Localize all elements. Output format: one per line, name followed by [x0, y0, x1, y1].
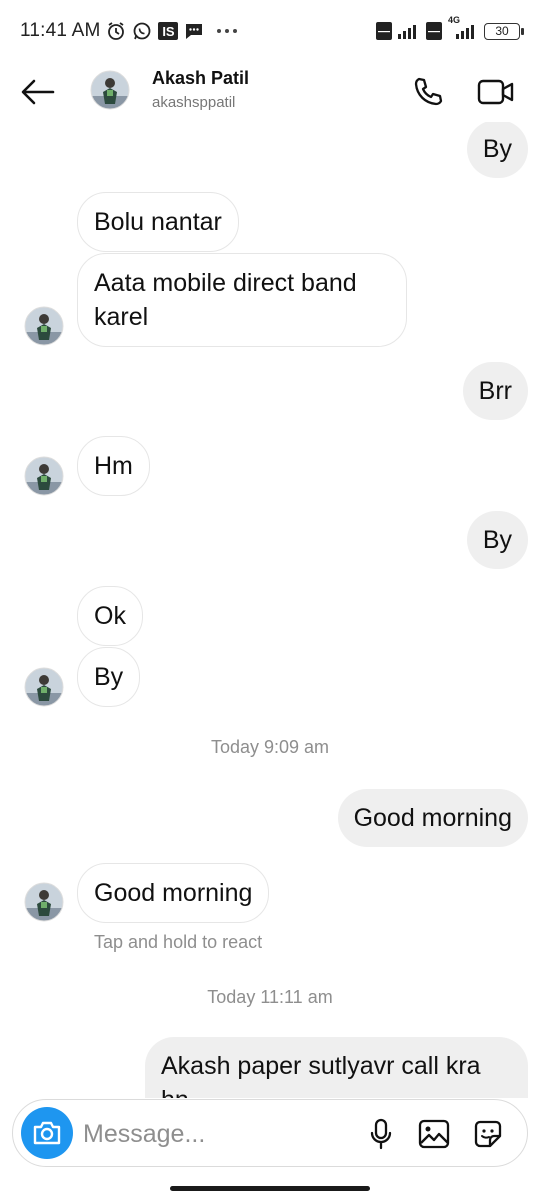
react-hint: Tap and hold to react: [94, 932, 263, 952]
whatsapp-icon: [132, 21, 152, 41]
sender-avatar[interactable]: [24, 882, 64, 922]
microphone-icon: [370, 1118, 392, 1150]
phone-icon: [414, 77, 443, 106]
back-arrow-icon: [21, 79, 55, 105]
network-type-label: 4G: [448, 15, 461, 25]
app-badge-icon: IS: [158, 22, 179, 40]
app-badge-text: IS: [162, 23, 175, 39]
message-outgoing[interactable]: By: [466, 122, 528, 178]
network-4g-icon: 4G: [448, 15, 478, 39]
status-bar: 11:41 AM IS 4G 30: [0, 0, 540, 62]
message-thread[interactable]: By Bolu nantar Aata mobile direct band k…: [0, 122, 540, 1098]
signal-strength-icon: [398, 23, 420, 39]
gallery-image-icon: [418, 1119, 450, 1149]
contact-username: akashsppatil: [152, 94, 236, 111]
message-incoming[interactable]: Hm: [77, 436, 150, 496]
volte-icon: [376, 22, 392, 40]
sticker-icon: [474, 1120, 502, 1148]
message-incoming[interactable]: By: [77, 647, 141, 707]
status-time: 11:41 AM: [20, 20, 101, 41]
sender-avatar[interactable]: [24, 306, 64, 346]
message-incoming[interactable]: Good morning: [77, 863, 270, 923]
message-outgoing[interactable]: Akash paper sutlyavr call kra hn: [145, 1037, 528, 1098]
contact-name: Akash Patil: [152, 68, 250, 88]
back-button[interactable]: [20, 74, 56, 110]
volte-icon-2: [426, 22, 442, 40]
gallery-button[interactable]: [417, 1116, 451, 1152]
message-input[interactable]: [83, 1112, 353, 1156]
message-incoming[interactable]: Aata mobile direct band karel: [77, 253, 407, 347]
message-notification-icon: [184, 22, 204, 40]
timestamp: Today 11:11 am: [207, 987, 333, 1007]
battery-level: 30: [495, 24, 509, 38]
sticker-button[interactable]: [471, 1116, 505, 1152]
video-camera-icon: [477, 79, 514, 105]
sender-avatar[interactable]: [24, 456, 64, 496]
home-indicator[interactable]: [170, 1186, 370, 1191]
message-composer: [12, 1099, 528, 1167]
video-call-button[interactable]: [474, 72, 518, 112]
voice-call-button[interactable]: [408, 72, 448, 112]
camera-icon: [33, 1121, 61, 1145]
contact-avatar[interactable]: [90, 70, 130, 110]
message-outgoing[interactable]: Good morning: [337, 789, 528, 847]
voice-message-button[interactable]: [365, 1116, 397, 1152]
message-incoming[interactable]: Ok: [77, 586, 143, 646]
battery-icon: 30: [484, 22, 524, 40]
more-notifications-icon: [216, 28, 238, 34]
message-incoming[interactable]: Bolu nantar: [77, 192, 239, 252]
chat-header: Akash Patil akashsppatil: [0, 62, 540, 122]
message-outgoing[interactable]: Brr: [462, 362, 528, 420]
alarm-icon: [106, 21, 126, 41]
sender-avatar[interactable]: [24, 667, 64, 707]
timestamp: Today 9:09 am: [210, 737, 330, 757]
camera-button[interactable]: [21, 1107, 73, 1159]
contact-info[interactable]: Akash Patil akashsppatil: [152, 68, 249, 111]
message-outgoing[interactable]: By: [466, 511, 528, 569]
